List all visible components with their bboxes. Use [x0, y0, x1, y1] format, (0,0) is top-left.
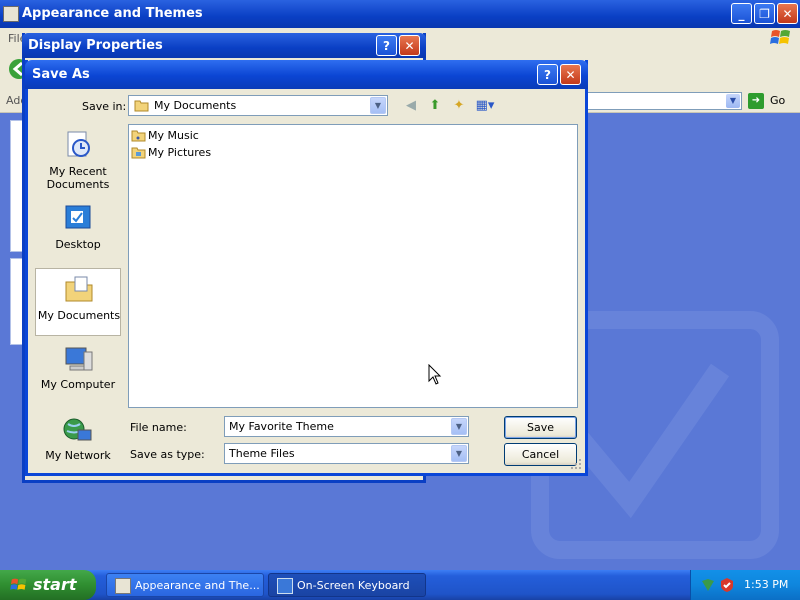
explorer-title: Appearance and Themes: [22, 6, 203, 21]
save-as-title-bar[interactable]: Save As ? ✕: [25, 60, 588, 89]
windows-logo-icon: [770, 30, 790, 44]
places-bar: My Recent Documents Desktop My Documents…: [35, 124, 121, 466]
save-in-dropdown[interactable]: My Documents ▼: [128, 95, 388, 116]
system-tray: 1:53 PM: [690, 570, 800, 600]
chevron-down-icon[interactable]: ▼: [451, 445, 467, 462]
windows-logo-icon: [10, 578, 27, 590]
taskbar-item-keyboard[interactable]: On-Screen Keyboard: [268, 573, 426, 597]
explorer-title-bar[interactable]: Appearance and Themes _ ❐ ✕: [0, 0, 800, 28]
view-menu-icon[interactable]: ▦▾: [474, 97, 496, 115]
back-icon[interactable]: ◀: [402, 97, 420, 115]
my-computer-icon: [65, 347, 93, 371]
save-as-title: Save As: [32, 67, 90, 82]
save-as-type-value: Theme Files: [229, 447, 295, 460]
maximize-button[interactable]: ❐: [754, 3, 775, 24]
file-name-value: My Favorite Theme: [229, 420, 334, 433]
go-arrow-icon: ➜: [748, 93, 764, 109]
place-my-recent-documents[interactable]: My Recent Documents: [35, 124, 121, 192]
save-in-value: My Documents: [154, 99, 237, 112]
place-my-computer[interactable]: My Computer: [35, 340, 121, 408]
chevron-down-icon[interactable]: ▼: [726, 94, 740, 108]
file-label: My Music: [148, 129, 199, 142]
place-my-network[interactable]: My Network: [35, 410, 121, 478]
recent-documents-icon: [67, 131, 90, 157]
network-tray-icon[interactable]: [700, 577, 716, 593]
file-label: My Pictures: [148, 146, 212, 159]
clock: 1:53 PM: [744, 578, 789, 591]
minimize-button[interactable]: _: [731, 3, 752, 24]
task-label: On-Screen Keyboard: [297, 579, 410, 592]
close-button[interactable]: ✕: [777, 3, 798, 24]
place-label: My Recent Documents: [46, 165, 110, 191]
up-folder-icon[interactable]: ⬆: [426, 97, 444, 115]
place-label: My Computer: [40, 378, 116, 391]
keyboard-icon: [277, 578, 293, 594]
address-input[interactable]: ▼: [585, 92, 742, 110]
my-network-icon: [63, 418, 92, 441]
file-name-input[interactable]: My Favorite Theme ▼: [224, 416, 469, 437]
place-my-documents[interactable]: My Documents: [35, 268, 121, 336]
go-label: Go: [770, 94, 786, 107]
desktop-icon: [65, 205, 91, 229]
file-name-label: File name:: [130, 421, 187, 434]
start-button[interactable]: start: [0, 570, 96, 600]
control-panel-icon: [115, 578, 131, 594]
chevron-down-icon[interactable]: ▼: [451, 418, 467, 435]
save-as-type-dropdown[interactable]: Theme Files ▼: [224, 443, 469, 464]
start-label: start: [33, 575, 77, 594]
place-label: My Documents: [37, 309, 121, 322]
my-documents-folder-icon: [134, 100, 149, 112]
save-in-label: Save in:: [82, 100, 127, 113]
music-folder-icon: [131, 130, 146, 142]
close-button[interactable]: ✕: [399, 35, 420, 56]
list-item[interactable]: My Music: [131, 128, 211, 144]
my-documents-icon: [65, 276, 93, 302]
security-shield-icon[interactable]: [719, 577, 735, 593]
display-properties-title-bar[interactable]: Display Properties ? ✕: [22, 33, 426, 58]
display-properties-title: Display Properties: [28, 38, 163, 53]
help-button[interactable]: ?: [537, 64, 558, 85]
resize-grip-icon[interactable]: [570, 458, 582, 470]
place-label: Desktop: [55, 238, 101, 251]
mouse-cursor-icon: [428, 364, 442, 385]
go-button[interactable]: ➜ Go: [748, 92, 796, 110]
close-button[interactable]: ✕: [560, 64, 581, 85]
control-panel-icon: [3, 6, 19, 22]
place-desktop[interactable]: Desktop: [35, 198, 121, 266]
taskbar-item-appearance[interactable]: Appearance and The...: [106, 573, 264, 597]
help-button[interactable]: ?: [376, 35, 397, 56]
chevron-down-icon[interactable]: ▼: [370, 97, 386, 114]
list-item[interactable]: My Pictures: [131, 145, 221, 161]
pictures-folder-icon: [131, 147, 146, 159]
cancel-button[interactable]: Cancel: [504, 443, 577, 466]
save-as-type-label: Save as type:: [130, 448, 205, 461]
save-button[interactable]: Save: [504, 416, 577, 439]
file-list[interactable]: My Music My Pictures: [128, 124, 578, 408]
new-folder-icon[interactable]: ✦: [450, 97, 468, 115]
task-label: Appearance and The...: [135, 579, 260, 592]
place-label: My Network: [45, 449, 111, 462]
